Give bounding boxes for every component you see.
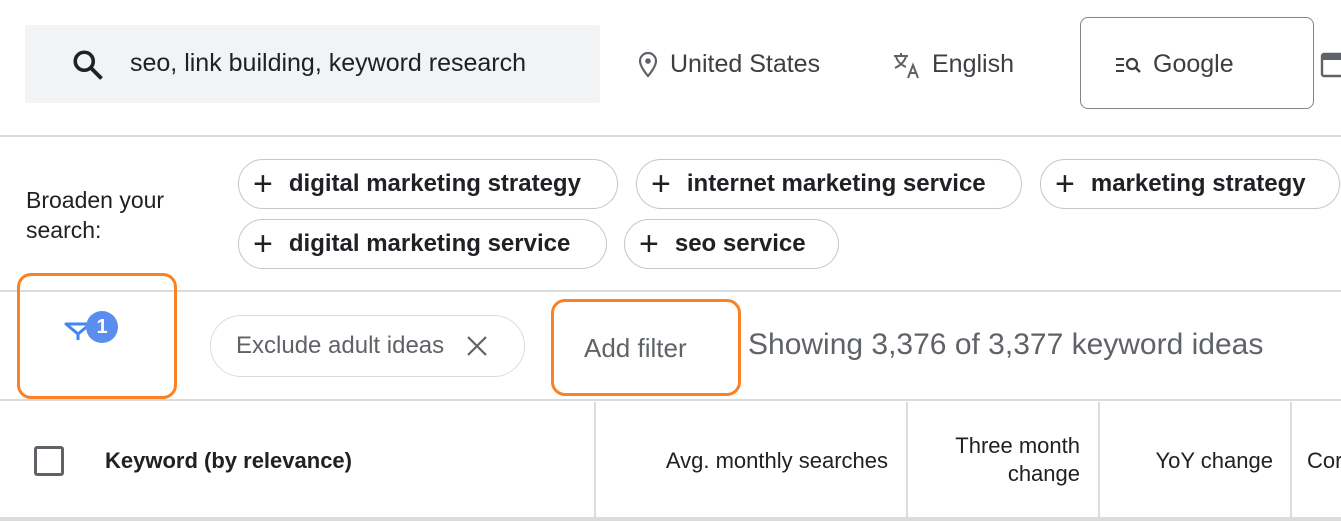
- active-filter-chip[interactable]: Exclude adult ideas: [210, 315, 525, 377]
- column-divider: [906, 402, 908, 518]
- broaden-chip[interactable]: + digital marketing service: [238, 219, 607, 269]
- filter-button[interactable]: 1: [17, 273, 177, 399]
- location-pin-icon: [638, 51, 658, 78]
- close-icon[interactable]: [466, 335, 488, 357]
- location-label: United States: [670, 50, 821, 78]
- header-bottom-border: [0, 517, 1341, 521]
- active-filter-label: Exclude adult ideas: [236, 332, 445, 359]
- search-network-button[interactable]: Google: [1080, 17, 1314, 109]
- results-count-text: Showing 3,376 of 3,377 keyword ideas: [748, 328, 1264, 361]
- divider: [0, 135, 1341, 137]
- column-divider: [1098, 402, 1100, 518]
- column-header-avg-monthly-searches[interactable]: Avg. monthly searches: [600, 447, 888, 475]
- broaden-chip[interactable]: + seo service: [624, 219, 839, 269]
- translate-icon: [894, 52, 919, 78]
- keyword-search-box[interactable]: seo, link building, keyword research: [25, 25, 600, 103]
- plus-icon: +: [639, 225, 659, 263]
- column-header-keyword[interactable]: Keyword (by relevance): [105, 447, 352, 475]
- language-selector[interactable]: English: [892, 50, 1014, 79]
- plus-icon: +: [253, 225, 273, 263]
- add-filter-label: Add filter: [584, 333, 687, 363]
- broaden-chip[interactable]: + marketing strategy: [1040, 159, 1340, 209]
- broaden-search-label: Broaden your search:: [26, 187, 165, 243]
- search-input[interactable]: seo, link building, keyword research: [130, 49, 526, 78]
- location-selector[interactable]: United States: [636, 50, 820, 79]
- column-header-three-month-change[interactable]: Three month change: [920, 432, 1080, 488]
- column-header-competition[interactable]: Cor: [1307, 447, 1341, 475]
- plus-icon: +: [1055, 165, 1075, 203]
- select-all-checkbox[interactable]: [34, 446, 64, 476]
- divider: [0, 399, 1341, 401]
- broaden-chip[interactable]: + digital marketing strategy: [238, 159, 618, 209]
- add-filter-button[interactable]: Add filter: [551, 299, 741, 396]
- divider: [0, 290, 1341, 292]
- column-divider: [1290, 402, 1292, 518]
- column-divider: [594, 402, 596, 518]
- plus-icon: +: [651, 165, 671, 203]
- search-list-icon: [1116, 57, 1141, 73]
- filter-count-badge: 1: [86, 311, 118, 343]
- search-icon: [73, 50, 103, 80]
- column-header-yoy-change[interactable]: YoY change: [1104, 447, 1273, 475]
- calendar-icon[interactable]: [1320, 50, 1341, 78]
- plus-icon: +: [253, 165, 273, 203]
- language-label: English: [932, 50, 1014, 78]
- broaden-chip[interactable]: + internet marketing service: [636, 159, 1022, 209]
- network-label: Google: [1153, 50, 1234, 78]
